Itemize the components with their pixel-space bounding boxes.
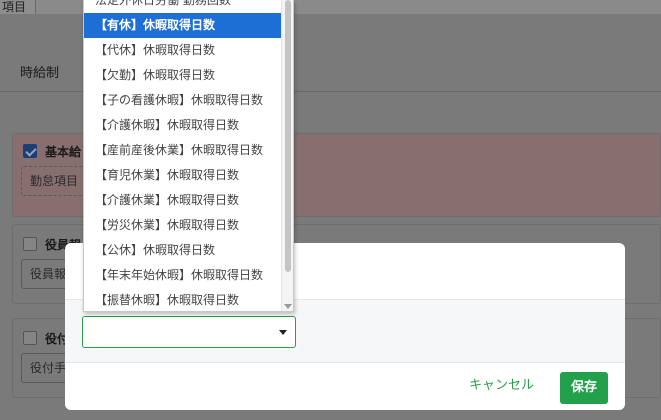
- officer-pay-checkbox: [23, 237, 37, 251]
- dropdown-option[interactable]: 【年末年始休暇】休暇取得日数: [84, 263, 281, 288]
- caret-down-icon: [279, 330, 287, 335]
- cancel-button[interactable]: キャンセル: [465, 373, 538, 399]
- dropdown-option[interactable]: 【有休】休暇取得日数: [84, 13, 281, 38]
- dropdown-option[interactable]: 【育児休業】休暇取得日数: [84, 163, 281, 188]
- dropdown-option[interactable]: 【代休】休暇取得日数: [84, 38, 281, 63]
- item-select[interactable]: [82, 316, 296, 348]
- dropdown-option[interactable]: 【産前産後休業】休暇取得日数: [84, 138, 281, 163]
- dropdown-option[interactable]: 法定外休日労働 勤務回数: [84, 0, 281, 13]
- dropdown-option[interactable]: 【公休】休暇取得日数: [84, 238, 281, 263]
- basic-pay-label: 基本給: [45, 145, 82, 159]
- dropdown-option[interactable]: 【労災休業】休暇取得日数: [84, 213, 281, 238]
- scroll-down-arrow-icon[interactable]: [284, 304, 292, 309]
- dropdown-option[interactable]: 【子の看護休暇】休暇取得日数: [84, 88, 281, 113]
- dropdown-option[interactable]: 【介護休業】休暇取得日数: [84, 188, 281, 213]
- tab-hourly: 時給制: [20, 66, 60, 81]
- dropdown-scrollbar[interactable]: [281, 0, 293, 311]
- dropdown-option[interactable]: 【欠勤】休暇取得日数: [84, 63, 281, 88]
- top-tab: 項目: [0, 0, 36, 14]
- dropdown-option[interactable]: 【振替休暇】休暇取得日数: [84, 288, 281, 311]
- basic-pay-checkbox: [23, 144, 37, 158]
- attendance-item-chip: 勤怠項目: [21, 166, 88, 196]
- save-button[interactable]: 保存: [560, 372, 608, 404]
- dropdown-option[interactable]: 【介護休暇】休暇取得日数: [84, 113, 281, 138]
- dropdown-scrollbar-thumb[interactable]: [285, 0, 291, 272]
- item-dropdown-list[interactable]: 法定外休日労働 勤務回数 【有休】休暇取得日数 【代休】休暇取得日数 【欠勤】休暇取得…: [83, 0, 294, 312]
- position-allowance-checkbox: [23, 331, 37, 345]
